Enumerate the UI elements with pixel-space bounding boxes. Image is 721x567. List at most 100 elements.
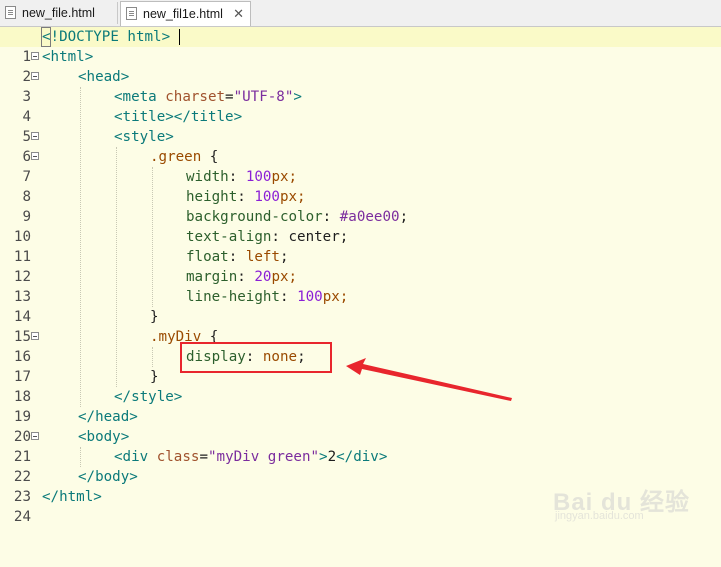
token: </body> (78, 469, 138, 485)
line-code: float: left; (186, 247, 289, 267)
watermark-url: jingyan.baidu.com (555, 510, 644, 522)
line-code: <html> (42, 47, 93, 67)
html-file-icon (126, 7, 137, 20)
code-line[interactable]: 20 </head> (0, 407, 721, 445)
token: line-height (186, 289, 280, 305)
line-code: <meta charset="UTF-8"> (114, 87, 302, 107)
line-code: <!DOCTYPE html> (42, 27, 170, 47)
token: left (245, 249, 280, 265)
code-line[interactable]: 15 } (0, 307, 721, 345)
token: : (237, 269, 255, 285)
tab-label: new_fil1e.html (143, 7, 223, 21)
token: "myDiv green" (207, 449, 320, 465)
line-code: background-color: #a0ee00; (186, 207, 408, 227)
line-code: <title></title> (114, 107, 242, 127)
code-line[interactable]: 16 .myDiv { (0, 327, 721, 365)
token: ; (279, 249, 289, 265)
token: <html> (42, 49, 94, 65)
line-code: margin: 20px; (186, 267, 297, 287)
annotation-arrow-icon (346, 358, 512, 401)
code-line[interactable]: 22 <div class="myDiv green">2</div> (0, 447, 721, 485)
line-code: .green { (150, 147, 218, 167)
line-code: height: 100px; (186, 187, 306, 207)
token: px; (322, 289, 349, 305)
line-code: <style> (114, 127, 174, 147)
token: px; (271, 169, 298, 185)
token: </style> (114, 389, 183, 405)
token: center (288, 229, 340, 245)
code-line[interactable]: 1 <!DOCTYPE html> (0, 27, 721, 65)
close-icon[interactable]: ✕ (233, 5, 244, 23)
token: </head> (78, 409, 138, 425)
token: 100 (297, 289, 323, 305)
token: <div (114, 449, 157, 465)
fold-toggle-icon[interactable] (31, 432, 39, 440)
token: height (186, 189, 238, 205)
code-line[interactable]: 4 <meta charset="UTF-8"> (0, 87, 721, 125)
token: <title></title> (114, 109, 243, 125)
token: #a0ee00 (339, 209, 400, 225)
token: "UTF-8" (233, 89, 294, 105)
bracket-match-box (41, 27, 51, 47)
code-line[interactable]: 7 .green { (0, 147, 721, 185)
token: ; (339, 229, 349, 245)
line-code: <body> (78, 427, 129, 447)
tab-new-fil1e[interactable]: new_fil1e.html ✕ (120, 1, 251, 26)
code-line[interactable]: 14 line-height: 100px; (0, 287, 721, 325)
code-line[interactable]: 13 margin: 20px; (0, 267, 721, 305)
fold-toggle-icon[interactable] (31, 332, 39, 340)
code-line[interactable]: 9 height: 100px; (0, 187, 721, 225)
token: : (279, 289, 298, 305)
token: float (186, 249, 229, 265)
token: } (150, 369, 159, 385)
token: px; (271, 269, 298, 285)
token: ; (399, 209, 409, 225)
token: 2 (327, 449, 337, 465)
code-line[interactable]: 10 background-color: #a0ee00; (0, 207, 721, 245)
token: class (156, 449, 200, 465)
token: > (319, 449, 328, 465)
code-line[interactable]: 3 <head> (0, 67, 721, 105)
token: : (322, 209, 340, 225)
token: : (271, 229, 289, 245)
token: : (237, 189, 255, 205)
line-code: <head> (78, 67, 129, 87)
code-line[interactable]: 11 text-align: center; (0, 227, 721, 265)
line-code: width: 100px; (186, 167, 297, 187)
fold-toggle-icon[interactable] (31, 152, 39, 160)
token: : (228, 249, 246, 265)
code-line[interactable]: 5 <title></title> (0, 107, 721, 145)
code-line[interactable]: 6 <style> (0, 127, 721, 165)
token: : (228, 169, 246, 185)
token: 20 (254, 269, 272, 285)
tab-new-file[interactable]: new_file.html (0, 2, 118, 24)
token: </html> (42, 489, 102, 505)
tab-label: new_file.html (22, 6, 95, 20)
token: <body> (78, 429, 130, 445)
token: margin (186, 269, 238, 285)
line-code: <div class="myDiv green">2</div> (114, 447, 387, 467)
watermark: Bai du 经验 jingyan.baidu.com (553, 476, 713, 526)
line-code: </body> (78, 467, 138, 487)
token: > (161, 29, 171, 45)
token: <head> (78, 69, 130, 85)
editor-tab-bar: new_file.html new_fil1e.html ✕ (0, 0, 721, 27)
code-editor[interactable]: 1 <!DOCTYPE html> 2 <html> 3 <head> 4 <m… (0, 27, 721, 540)
code-line[interactable]: 21 <body> (0, 427, 721, 465)
token: { (201, 149, 219, 165)
code-line[interactable]: 12 float: left; (0, 247, 721, 285)
token: charset (165, 89, 226, 105)
line-code: </head> (78, 407, 138, 427)
line-code: </style> (114, 387, 182, 407)
fold-toggle-icon[interactable] (31, 132, 39, 140)
line-code: text-align: center; (186, 227, 348, 247)
token: <style> (114, 129, 174, 145)
line-number: 24 (13, 509, 31, 525)
code-line[interactable]: 8 width: 100px; (0, 167, 721, 205)
token: 100 (245, 169, 272, 185)
token: width (186, 169, 229, 185)
code-line[interactable]: 2 <html> (0, 47, 721, 85)
token: !DOCTYPE html (50, 29, 162, 45)
fold-toggle-icon[interactable] (31, 52, 39, 60)
fold-toggle-icon[interactable] (31, 72, 39, 80)
